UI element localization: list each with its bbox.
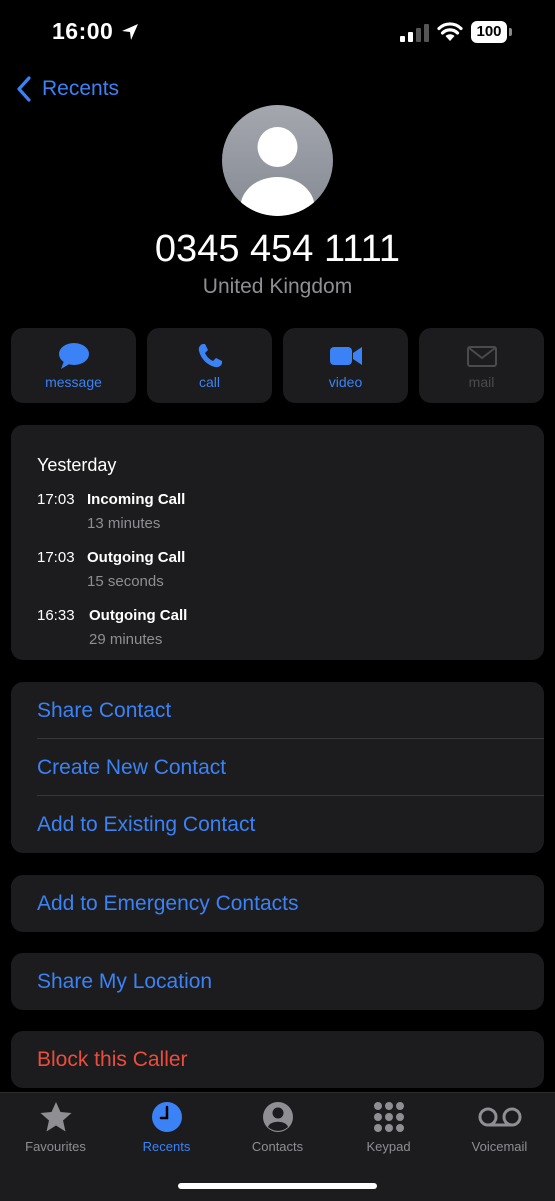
tab-label: Contacts — [251, 1139, 304, 1154]
call-time: 17:03 — [37, 491, 75, 508]
call-history-card: Yesterday 17:03 Incoming Call 13 minutes… — [11, 425, 544, 660]
home-indicator[interactable] — [178, 1183, 377, 1189]
chevron-left-icon — [17, 76, 31, 102]
location-arrow-icon — [122, 24, 138, 40]
call-label: call — [198, 374, 220, 390]
block-caller-button[interactable]: Block this Caller — [11, 1031, 544, 1088]
video-camera-icon — [329, 347, 362, 365]
history-date: Yesterday — [37, 455, 117, 475]
tab-recents[interactable]: Recents — [111, 1101, 222, 1154]
location-group: Share My Location — [11, 953, 544, 1010]
tab-label: Keypad — [366, 1139, 411, 1154]
person-silhouette-icon — [240, 127, 315, 216]
message-label: message — [45, 374, 102, 390]
video-label: video — [328, 374, 363, 390]
battery-icon: 100 — [471, 21, 513, 43]
tab-label: Recents — [142, 1139, 191, 1154]
tab-contacts[interactable]: Contacts — [222, 1101, 333, 1154]
voicemail-icon — [478, 1107, 521, 1127]
phone-icon — [198, 344, 222, 368]
call-type: Incoming Call — [87, 491, 186, 508]
wifi-icon — [437, 22, 463, 41]
contact-options-group: Share Contact Create New Contact Add to … — [11, 682, 544, 853]
message-bubble-icon — [58, 343, 89, 369]
keypad-grid-icon — [373, 1102, 404, 1132]
number-country: United Kingdom — [202, 275, 353, 298]
call-duration: 15 seconds — [87, 573, 164, 590]
person-circle-icon — [262, 1102, 293, 1132]
call-time: 16:33 — [37, 607, 75, 624]
block-group: Block this Caller — [11, 1031, 544, 1088]
battery-level: 100 — [471, 21, 507, 43]
mail-button[interactable]: mail — [419, 328, 544, 403]
star-icon — [40, 1102, 71, 1132]
back-label: Recents — [42, 77, 120, 100]
message-button[interactable]: message — [11, 328, 136, 403]
share-contact-button[interactable]: Share Contact — [11, 682, 544, 739]
envelope-icon — [466, 346, 497, 367]
call-time: 17:03 — [37, 549, 75, 566]
video-button[interactable]: video — [283, 328, 408, 403]
tab-keypad[interactable]: Keypad — [333, 1101, 444, 1154]
call-duration: 29 minutes — [89, 631, 163, 648]
clock-icon — [151, 1102, 182, 1132]
cellular-signal-icon — [400, 24, 429, 42]
tab-voicemail[interactable]: Voicemail — [444, 1101, 555, 1154]
emergency-group: Add to Emergency Contacts — [11, 875, 544, 932]
contact-avatar — [222, 105, 333, 216]
phone-number: 0345 454 1111 — [154, 228, 401, 270]
status-time: 16:00 — [52, 18, 114, 44]
share-my-location-button[interactable]: Share My Location — [11, 953, 544, 1010]
tab-label: Favourites — [25, 1139, 86, 1154]
call-button[interactable]: call — [147, 328, 272, 403]
call-duration: 13 minutes — [87, 515, 161, 532]
add-to-existing-contact-button[interactable]: Add to Existing Contact — [11, 796, 544, 853]
tab-label: Voicemail — [471, 1139, 528, 1154]
call-type: Outgoing Call — [89, 607, 188, 624]
tab-favourites[interactable]: Favourites — [0, 1101, 111, 1154]
back-button[interactable]: Recents — [16, 76, 119, 102]
mail-label: mail — [468, 374, 495, 390]
create-new-contact-button[interactable]: Create New Contact — [11, 739, 544, 796]
call-type: Outgoing Call — [87, 549, 186, 566]
add-to-emergency-contacts-button[interactable]: Add to Emergency Contacts — [11, 875, 544, 932]
